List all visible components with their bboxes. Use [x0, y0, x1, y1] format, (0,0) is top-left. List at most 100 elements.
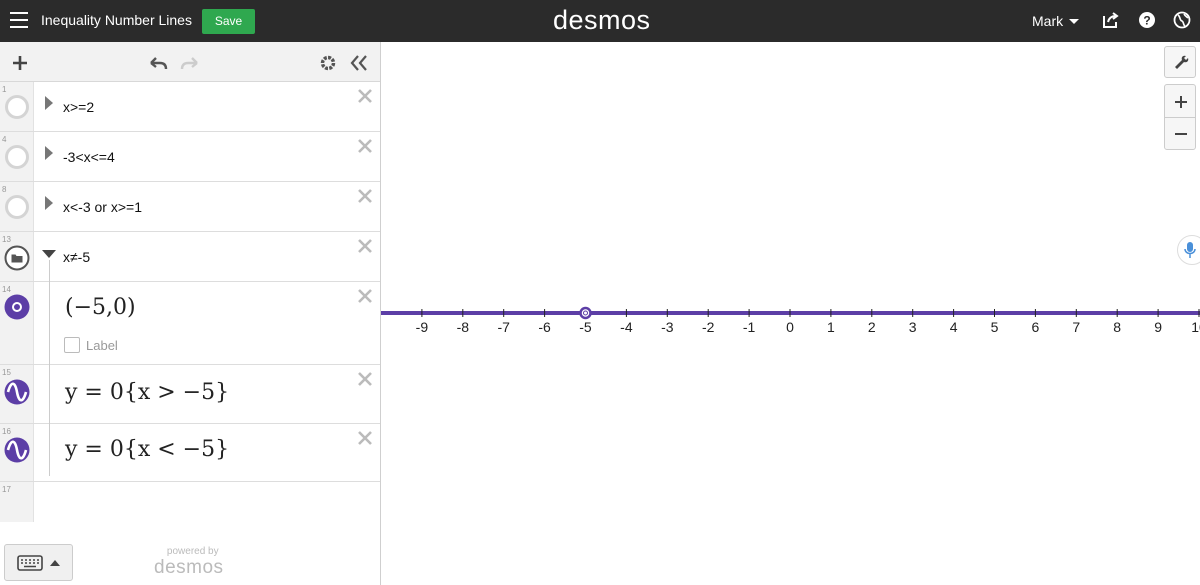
folder-title[interactable]: x≠-5 — [63, 249, 90, 265]
chevron-up-icon — [50, 560, 60, 566]
audio-trace-button[interactable] — [1177, 235, 1200, 265]
folder-icon[interactable] — [4, 245, 30, 271]
axis-tick-label: 0 — [786, 319, 794, 335]
delete-icon[interactable] — [357, 288, 373, 304]
axis-tick-label: 6 — [1032, 319, 1040, 335]
delete-icon[interactable] — [357, 238, 373, 254]
save-button[interactable]: Save — [202, 9, 255, 34]
folder-line — [49, 365, 50, 424]
hidden-toggle-icon[interactable] — [5, 195, 29, 219]
expression-math[interactable]: (−5,0) — [65, 295, 136, 320]
expand-folder-icon[interactable] — [45, 96, 53, 110]
expression-index: 8 — [2, 185, 7, 194]
folder-line — [49, 424, 50, 476]
undo-icon[interactable] — [147, 52, 169, 74]
label-checkbox[interactable] — [64, 337, 80, 353]
chevron-down-icon — [1069, 19, 1080, 24]
expression-row[interactable]: 1 x>=2 — [0, 82, 380, 132]
hidden-toggle-icon[interactable] — [5, 95, 29, 119]
hamburger-menu-icon[interactable] — [10, 12, 28, 28]
powered-by-brand: desmos — [154, 557, 224, 578]
expression-index: 15 — [2, 368, 11, 377]
expression-row[interactable]: 13 x≠-5 — [0, 232, 380, 282]
zoom-out-icon[interactable] — [1173, 126, 1189, 142]
axis-tick-label: 7 — [1072, 319, 1080, 335]
folder-line — [49, 282, 50, 365]
help-icon[interactable]: ? — [1138, 11, 1156, 29]
expression-math[interactable]: y = 0{x < −5} — [65, 437, 229, 462]
svg-text:?: ? — [1143, 14, 1150, 28]
expression-index: 14 — [2, 285, 11, 294]
axis-tick-label: -9 — [416, 319, 429, 335]
settings-icon[interactable] — [317, 52, 339, 74]
axis-tick-label: -3 — [661, 319, 674, 335]
axis-tick-label: -7 — [497, 319, 510, 335]
point-style-icon[interactable] — [4, 294, 30, 320]
redo-icon[interactable] — [179, 52, 201, 74]
delete-icon[interactable] — [357, 138, 373, 154]
add-icon[interactable] — [9, 52, 31, 74]
wrench-icon — [1175, 55, 1189, 69]
expression-row[interactable]: 16 y = 0{x < −5} — [0, 424, 380, 482]
zoom-in-icon[interactable] — [1173, 94, 1189, 110]
axis-tick-label: 10 — [1191, 319, 1200, 335]
delete-icon[interactable] — [357, 188, 373, 204]
user-menu[interactable]: Mark — [1032, 13, 1080, 29]
expression-index: 17 — [2, 485, 11, 494]
expression-row[interactable]: 4 -3<x<=4 — [0, 132, 380, 182]
powered-by-desmos[interactable]: powered by desmos — [154, 546, 224, 579]
folder-title[interactable]: -3<x<=4 — [63, 149, 115, 165]
expression-index: 16 — [2, 427, 11, 436]
curve-style-icon[interactable] — [4, 379, 30, 405]
powered-by-text: powered by — [166, 546, 219, 557]
axis-tick-label: -2 — [702, 319, 715, 335]
keyboard-icon — [17, 555, 43, 571]
axis-tick-label: 3 — [909, 319, 917, 335]
expression-index: 13 — [2, 235, 11, 244]
axis-tick-label: -5 — [579, 319, 592, 335]
axis-tick-label: -8 — [457, 319, 470, 335]
axis-tick-label: -4 — [620, 319, 633, 335]
open-point[interactable] — [579, 306, 592, 320]
folder-title[interactable]: x<-3 or x>=1 — [63, 199, 142, 215]
user-name: Mark — [1032, 13, 1064, 29]
expression-math[interactable]: y = 0{x > −5} — [65, 380, 229, 405]
expression-index: 1 — [2, 85, 7, 94]
axis-tick-label: 8 — [1113, 319, 1121, 335]
share-icon[interactable] — [1102, 11, 1120, 29]
delete-icon[interactable] — [357, 430, 373, 446]
expression-toolbar — [0, 42, 380, 82]
collapse-panel-icon[interactable] — [348, 52, 370, 74]
desmos-logo: desmos — [553, 5, 651, 35]
expression-row-empty[interactable]: 17 — [0, 482, 380, 522]
graph-settings-button[interactable] — [1164, 46, 1196, 78]
expression-row[interactable]: 8 x<-3 or x>=1 — [0, 182, 380, 232]
globe-icon[interactable] — [1173, 11, 1191, 29]
axis-tick-label: 2 — [868, 319, 876, 335]
delete-icon[interactable] — [357, 88, 373, 104]
axis-tick-label: 4 — [950, 319, 958, 335]
axis-tick-label: -6 — [538, 319, 551, 335]
expression-index: 4 — [2, 135, 7, 144]
expression-row[interactable]: 14 (−5,0) Label — [0, 282, 380, 365]
delete-icon[interactable] — [357, 371, 373, 387]
graph-paper[interactable]: -9 -8 -7 -6 -5 -4 -3 -2 -1 0 1 2 3 4 5 6 7 8 9 10 — [381, 42, 1200, 585]
number-line: -9 -8 -7 -6 -5 -4 -3 -2 -1 0 1 2 3 4 5 6 7 8 9 10 — [381, 306, 1200, 335]
hidden-toggle-icon[interactable] — [5, 145, 29, 169]
curve-style-icon[interactable] — [4, 437, 30, 463]
collapse-folder-icon[interactable] — [42, 250, 56, 258]
label-checkbox-text: Label — [86, 338, 118, 353]
keyboard-toggle-button[interactable] — [4, 544, 73, 581]
top-bar: Inequality Number Lines Save desmos Mark… — [0, 0, 1200, 42]
folder-title[interactable]: x>=2 — [63, 99, 94, 115]
folder-line — [49, 260, 50, 282]
axis-tick-label: 9 — [1154, 319, 1162, 335]
graph-title[interactable]: Inequality Number Lines — [41, 12, 192, 28]
axis-tick-label: 1 — [827, 319, 835, 335]
axis-tick-label: 5 — [991, 319, 999, 335]
expression-row[interactable]: 15 y = 0{x > −5} — [0, 365, 380, 424]
expression-panel: 1 x>=2 4 -3<x<=4 8 x<-3 or x>=1 13 x≠-5 — [0, 42, 381, 585]
axis-tick-label: -1 — [743, 319, 756, 335]
expand-folder-icon[interactable] — [45, 196, 53, 210]
expand-folder-icon[interactable] — [45, 146, 53, 160]
